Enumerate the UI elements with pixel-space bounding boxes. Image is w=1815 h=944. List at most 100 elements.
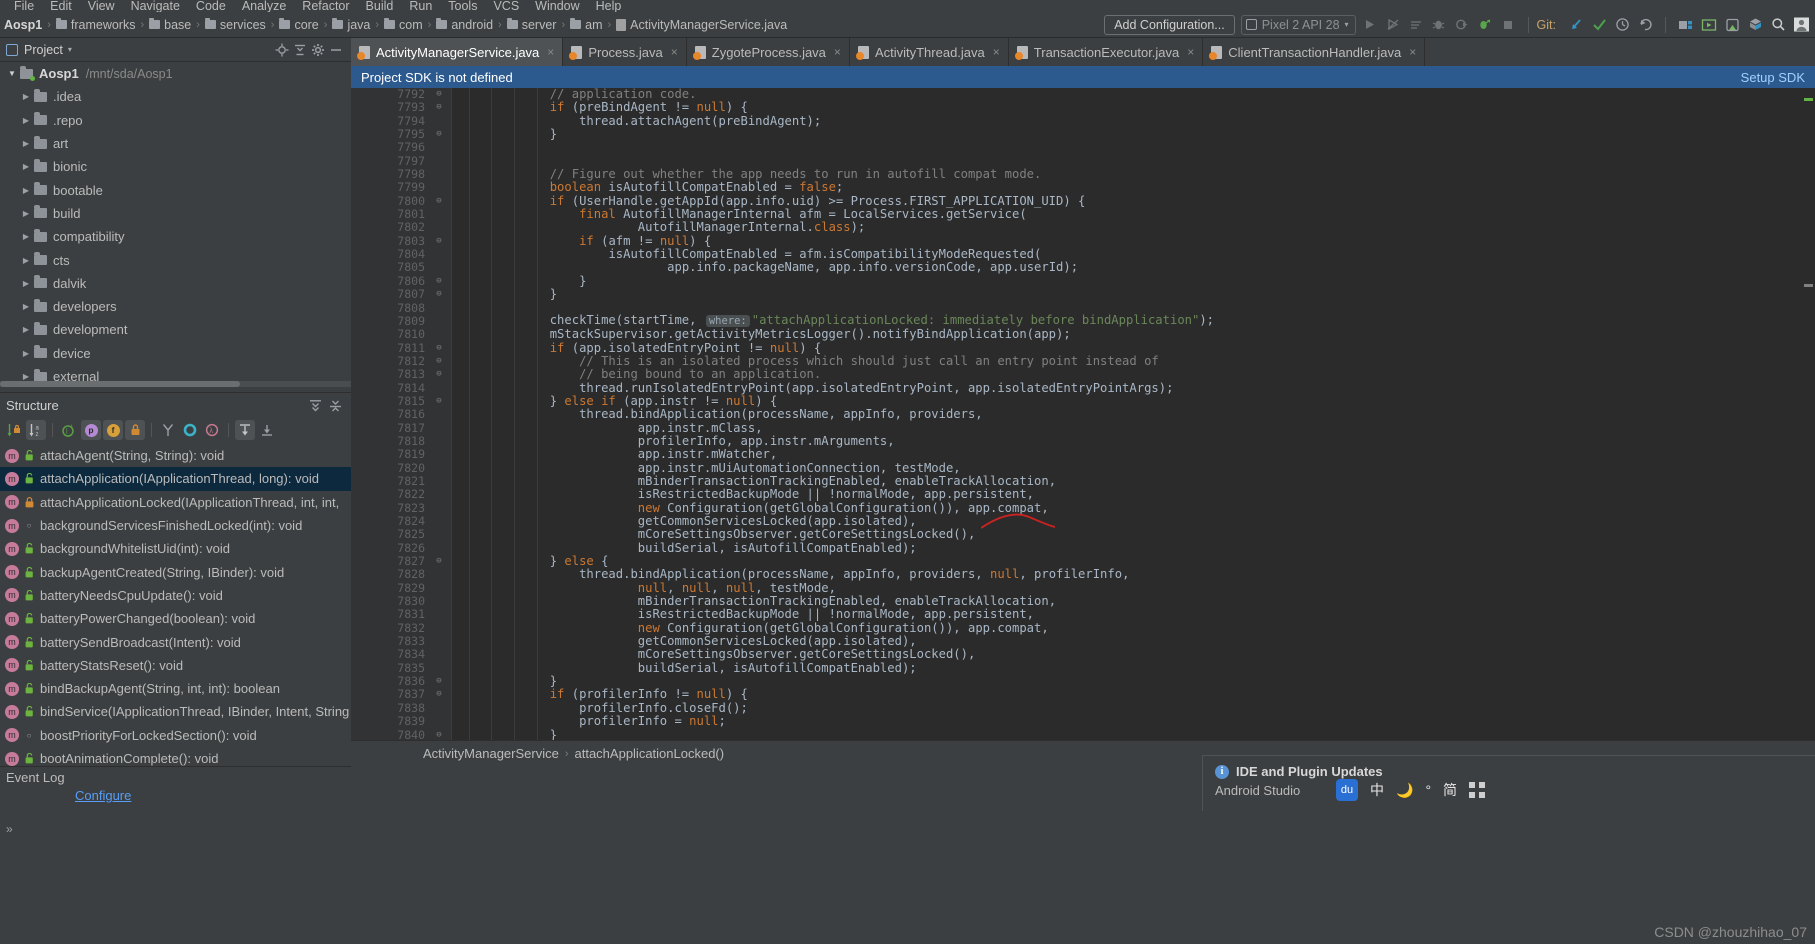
editor-tab-activitythread-java[interactable]: ActivityThread.java × [849,38,1009,66]
settings-gear-icon[interactable] [309,41,327,59]
show-interfaces-icon[interactable] [180,420,200,440]
chevron-right-icon[interactable]: ▶ [18,139,34,148]
menu-item-code[interactable]: Code [188,0,234,12]
structure-member[interactable]: m batteryStatsReset(): void [0,654,351,677]
run-icon[interactable] [1360,15,1380,35]
tree-node--idea[interactable]: ▶ .idea [0,85,351,108]
show-lambdas-icon[interactable]: λ [202,420,222,440]
code-fold-icon[interactable]: ⊖ [433,368,445,381]
apply-code-changes-icon[interactable] [1406,15,1426,35]
editor-tab-zygoteprocess-java[interactable]: ZygoteProcess.java × [686,38,850,66]
ime-logo-icon[interactable]: du [1336,779,1358,801]
project-tree[interactable]: ▼ Aosp1/mnt/sda/Aosp1 ▶ .idea ▶ .repo ▶ art ▶ bio… [0,62,351,390]
code-fold-icon[interactable]: ⊖ [433,355,445,368]
device-selector[interactable]: Pixel 2 API 28 ▾ [1240,14,1356,35]
editor-marker-bar[interactable] [1801,88,1815,740]
menu-item-refactor[interactable]: Refactor [294,0,357,12]
menu-item-build[interactable]: Build [358,0,402,12]
code-line[interactable]: 7827 ⊖} else { [351,554,1815,568]
event-log-configure-link[interactable]: Configure [75,788,131,803]
structure-member[interactable]: m bootAnimationComplete(): void [0,747,351,766]
breadcrumb-item-frameworks[interactable]: frameworks [55,18,135,32]
code-line[interactable]: 7819 app.instr.mWatcher, [351,447,1815,461]
chevron-right-icon[interactable]: ▶ [18,186,34,195]
code-line[interactable]: 7828 thread.bindApplication(processName, … [351,568,1815,582]
event-log-header[interactable]: Event Log [0,766,351,788]
structure-member[interactable]: m backupAgentCreated(String, IBinder): vo… [0,560,351,583]
code-line[interactable]: 7816 thread.bindApplication(processName, … [351,407,1815,421]
code-fold-icon[interactable]: ⊖ [433,288,445,301]
code-fold-icon[interactable]: ⊖ [433,342,445,355]
code-line[interactable]: 7829 null, null, null, testMode, [351,581,1815,595]
code-line[interactable]: 7796 [351,141,1815,155]
code-line[interactable]: 7797 [351,154,1815,168]
show-non-public-icon[interactable] [125,420,145,440]
sort-by-visibility-icon[interactable] [4,420,24,440]
code-line[interactable]: 7794 thread.attachAgent(preBindAgent); [351,114,1815,128]
breadcrumb-item-core[interactable]: core [279,18,319,32]
code-line[interactable]: 7800 ⊖ if (UserHandle.getAppId(app.info.ui… [351,194,1815,208]
structure-member[interactable]: m batteryNeedsCpuUpdate(): void [0,584,351,607]
code-fold-icon[interactable]: ⊖ [433,235,445,248]
structure-member[interactable]: m ○ backgroundServicesFinishedLocked(int):… [0,514,351,537]
code-line[interactable]: 7817 app.instr.mClass, [351,421,1815,435]
tree-node-dalvik[interactable]: ▶ dalvik [0,272,351,295]
code-fold-icon[interactable]: ⊖ [433,128,445,141]
code-line[interactable]: 7811 ⊖ if (app.isolatedEntryPoint != null)… [351,341,1815,355]
menu-item-tools[interactable]: Tools [440,0,485,12]
device-file-explorer-icon[interactable] [1722,15,1742,35]
chevron-right-icon[interactable]: ▶ [18,302,34,311]
code-line[interactable]: 7802 AutofillManagerInternal.class); [351,221,1815,235]
code-line[interactable]: 7801 final AutofillManagerInternal afm = … [351,207,1815,221]
autoscroll-from-source-icon[interactable] [257,420,277,440]
tree-node-cts[interactable]: ▶ cts [0,248,351,271]
expand-all-icon[interactable] [305,397,325,415]
chevron-right-icon[interactable]: ▶ [18,279,34,288]
code-line[interactable]: 7831 isRestrictedBackupMode || !normalMod… [351,608,1815,622]
rollback-icon[interactable] [1635,15,1655,35]
code-fold-icon[interactable]: ⊖ [433,275,445,288]
tree-node-art[interactable]: ▶ art [0,132,351,155]
chevron-right-icon[interactable]: ▶ [18,209,34,218]
code-line[interactable]: 7835 buildSerial, isAutofillCompatEnabled… [351,661,1815,675]
code-line[interactable]: 7799 boolean isAutofillCompatEnabled = fa… [351,181,1815,195]
menu-item-vcs[interactable]: VCS [485,0,527,12]
profile-icon[interactable] [1475,15,1495,35]
close-icon[interactable]: × [547,45,554,59]
avd-manager-icon[interactable] [1699,15,1719,35]
structure-member[interactable]: m bindService(IApplicationThread, IBinder… [0,700,351,723]
degree-icon[interactable]: ° [1425,782,1431,798]
ime-mode-indicator[interactable]: 中 [1370,780,1384,800]
code-line[interactable]: 7832 new Configuration(getGlobalConfigura… [351,621,1815,635]
code-line[interactable]: 7821 mBinderTransactionTrackingEnabled, e… [351,474,1815,488]
show-properties-icon[interactable]: p [81,420,101,440]
code-line[interactable]: 7813 ⊖ // being bound to an application. [351,367,1815,381]
editor-tab-process-java[interactable]: Process.java × [563,38,687,66]
code-line[interactable]: 7807 ⊖} [351,287,1815,301]
chevron-right-icon[interactable]: ▶ [18,116,34,125]
close-icon[interactable]: × [671,45,678,59]
chevron-right-icon[interactable]: ▶ [18,232,34,241]
chevron-right-icon[interactable]: ▶ [18,372,34,381]
update-project-icon[interactable] [1566,15,1586,35]
editor-tab-transactionexecutor-java[interactable]: TransactionExecutor.java × [1008,38,1204,66]
code-fold-icon[interactable]: ⊖ [433,195,445,208]
expand-status-icon[interactable]: » [6,822,13,836]
structure-member[interactable]: m backgroundWhitelistUid(int): void [0,537,351,560]
chevron-right-icon[interactable]: ▶ [18,92,34,101]
code-line[interactable]: 7810 mStackSupervisor.getActivityMetricsL… [351,327,1815,341]
apply-changes-icon[interactable] [1383,15,1403,35]
tree-node-bootable[interactable]: ▶ bootable [0,178,351,201]
code-line[interactable]: 7830 mBinderTransactionTrackingEnabled, e… [351,594,1815,608]
close-icon[interactable]: × [834,45,841,59]
code-fold-icon[interactable]: ⊖ [433,688,445,701]
code-line[interactable]: 7798 // Figure out whether the app needs … [351,167,1815,181]
code-line[interactable]: 7825 mCoreSettingsObserver.getCoreSetting… [351,527,1815,541]
code-line[interactable]: 7826 buildSerial, isAutofillCompatEnabled… [351,541,1815,555]
chevron-right-icon[interactable]: ▶ [18,325,34,334]
code-line[interactable]: 7815 ⊖} else if (app.instr != null) { [351,394,1815,408]
code-line[interactable]: 7804 isAutofillCompatEnabled = afm.isComp… [351,247,1815,261]
collapse-all-icon[interactable] [291,41,309,59]
search-everywhere-icon[interactable] [1768,15,1788,35]
add-configuration-button[interactable]: Add Configuration... [1104,14,1235,35]
